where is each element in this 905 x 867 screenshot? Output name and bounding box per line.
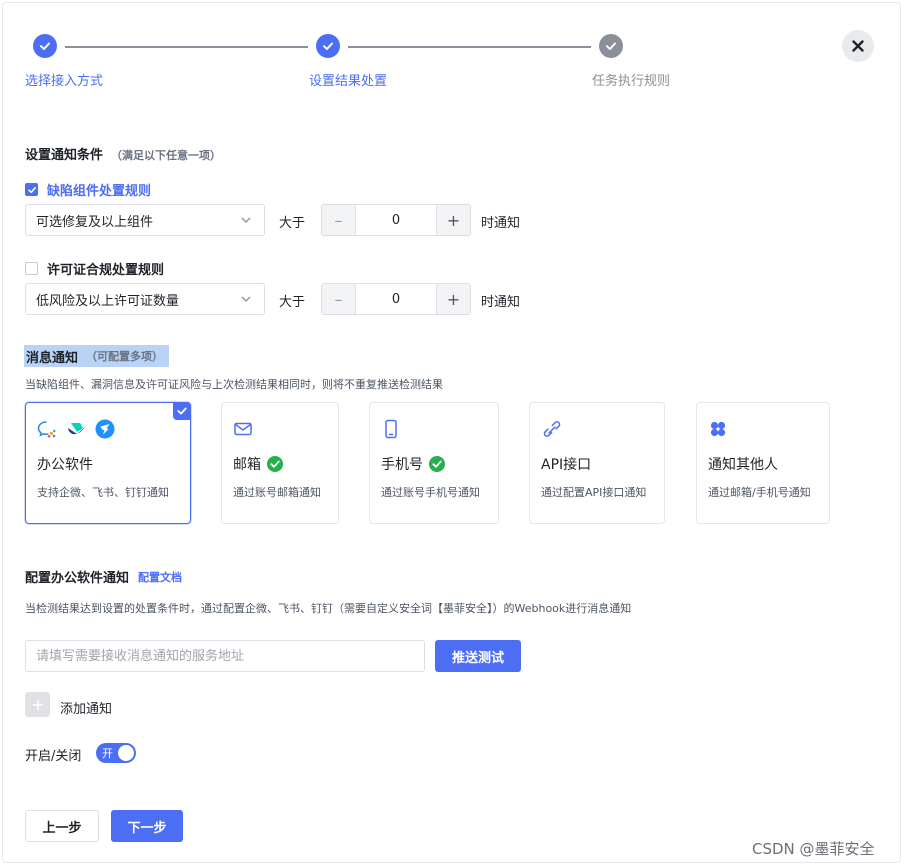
verified-check-icon [267,456,283,472]
close-icon [852,40,864,52]
card-api[interactable]: API接口 通过配置API接口通知 [529,402,665,524]
card-api-desc: 通过配置API接口通知 [541,486,647,499]
prev-step-button[interactable]: 上一步 [25,810,99,842]
rule-license-stepper[interactable]: – 0 + [321,283,471,315]
toggle-label: 开启/关闭 [25,749,82,764]
plug-link-icon [543,421,561,437]
checkbox-unchecked-icon [25,262,38,275]
card-others-desc: 通过邮箱/手机号通知 [708,486,811,499]
decrement-button[interactable]: – [322,284,356,314]
next-step-button[interactable]: 下一步 [111,810,183,842]
stepper-progress: 选择接入方式 设置结果处置 任务执行规则 [0,0,905,100]
close-button[interactable] [842,30,874,62]
conditions-hint: （满足以下任意一项） [111,149,222,162]
watermark-text: CSDN @墨菲安全 [752,840,875,858]
step-3-label: 任务执行规则 [592,74,671,89]
card-office-desc: 支持企微、飞书、钉钉通知 [37,486,169,499]
card-others-title: 通知其他人 [708,457,778,473]
office-config-title-text: 配置办公软件通知 [25,571,130,586]
rule-license-select[interactable]: 低风险及以上许可证数量 [25,283,265,315]
card-notify-others[interactable]: 通知其他人 通过邮箱/手机号通知 [696,402,830,524]
conditions-title-text: 设置通知条件 [25,148,104,163]
rule-license-gt-label: 大于 [279,295,306,310]
dingtalk-icon [95,419,115,439]
notify-title-text: 消息通知 [26,350,79,366]
webhook-url-input[interactable] [25,640,425,672]
mail-icon [234,422,252,436]
rule-defect-stepper[interactable]: – 0 + [321,204,471,236]
card-office-title: 办公软件 [37,457,93,473]
checkbox-checked-icon [25,183,38,196]
conditions-title: 设置通知条件 （满足以下任意一项） [25,144,221,163]
card-email-title: 邮箱 [233,457,261,473]
decrement-button[interactable]: – [322,205,356,235]
rule-defect-suffix: 时通知 [481,216,521,231]
notify-description: 当缺陷组件、漏洞信息及许可证风险与上次检测结果相同时，则将不重复推送检测结果 [25,378,443,391]
notify-title: 消息通知 （可配置多项） [24,345,170,367]
step-1-label: 选择接入方式 [25,74,104,89]
office-config-description: 当检测结果达到设置的处置条件时，通过配置企微、飞书、钉钉（需要自定义安全词【墨菲… [25,602,632,615]
toggle-knob [118,745,134,761]
rule-defect-select-value: 可选修复及以上组件 [36,214,154,230]
verified-check-icon [429,456,445,472]
selected-check-icon [173,402,191,420]
add-notification-button[interactable] [25,692,50,717]
step-1-check-icon [33,34,57,58]
increment-button[interactable]: + [436,205,470,235]
rule-defect-value[interactable]: 0 [356,205,436,235]
notify-hint: （可配置多项） [86,350,164,363]
chevron-down-icon [241,217,251,223]
step-connector [348,46,591,48]
card-email-desc: 通过账号邮箱通知 [233,486,321,499]
step-2-label: 设置结果处置 [309,74,388,89]
enable-toggle[interactable]: 开 [96,743,136,763]
card-api-title: API接口 [541,457,592,473]
rule-defect-label: 缺陷组件处置规则 [47,184,152,199]
step-2-check-icon [316,34,340,58]
rule-license-value[interactable]: 0 [356,284,436,314]
step-3-check-icon [599,34,623,58]
rule-license-label: 许可证合规处置规则 [47,263,165,278]
clover-icon [710,421,726,437]
push-test-button[interactable]: 推送测试 [435,640,521,672]
config-doc-link[interactable]: 配置文档 [138,569,182,585]
plus-icon [32,699,43,710]
office-config-title: 配置办公软件通知 配置文档 [25,567,182,587]
rule-defect-select[interactable]: 可选修复及以上组件 [25,204,265,236]
toggle-state-text: 开 [102,747,113,760]
card-phone[interactable]: 手机号 通过账号手机号通知 [369,402,499,524]
card-office-software[interactable]: 办公软件 支持企微、飞书、钉钉通知 [25,402,191,524]
rule-license-select-value: 低风险及以上许可证数量 [36,293,180,309]
increment-button[interactable]: + [436,284,470,314]
feishu-icon [68,423,85,435]
add-notification-label[interactable]: 添加通知 [60,698,112,717]
card-phone-title: 手机号 [381,457,423,473]
rule-license-checkbox[interactable]: 许可证合规处置规则 [25,259,164,278]
chevron-down-icon [241,296,251,302]
card-email[interactable]: 邮箱 通过账号邮箱通知 [221,402,339,524]
rule-license-suffix: 时通知 [481,295,521,310]
wecom-icon [37,421,56,438]
phone-icon [385,419,397,439]
step-connector [65,46,308,48]
rule-defect-gt-label: 大于 [279,216,306,231]
rule-defect-checkbox[interactable]: 缺陷组件处置规则 [25,180,151,199]
card-phone-desc: 通过账号手机号通知 [381,486,480,499]
